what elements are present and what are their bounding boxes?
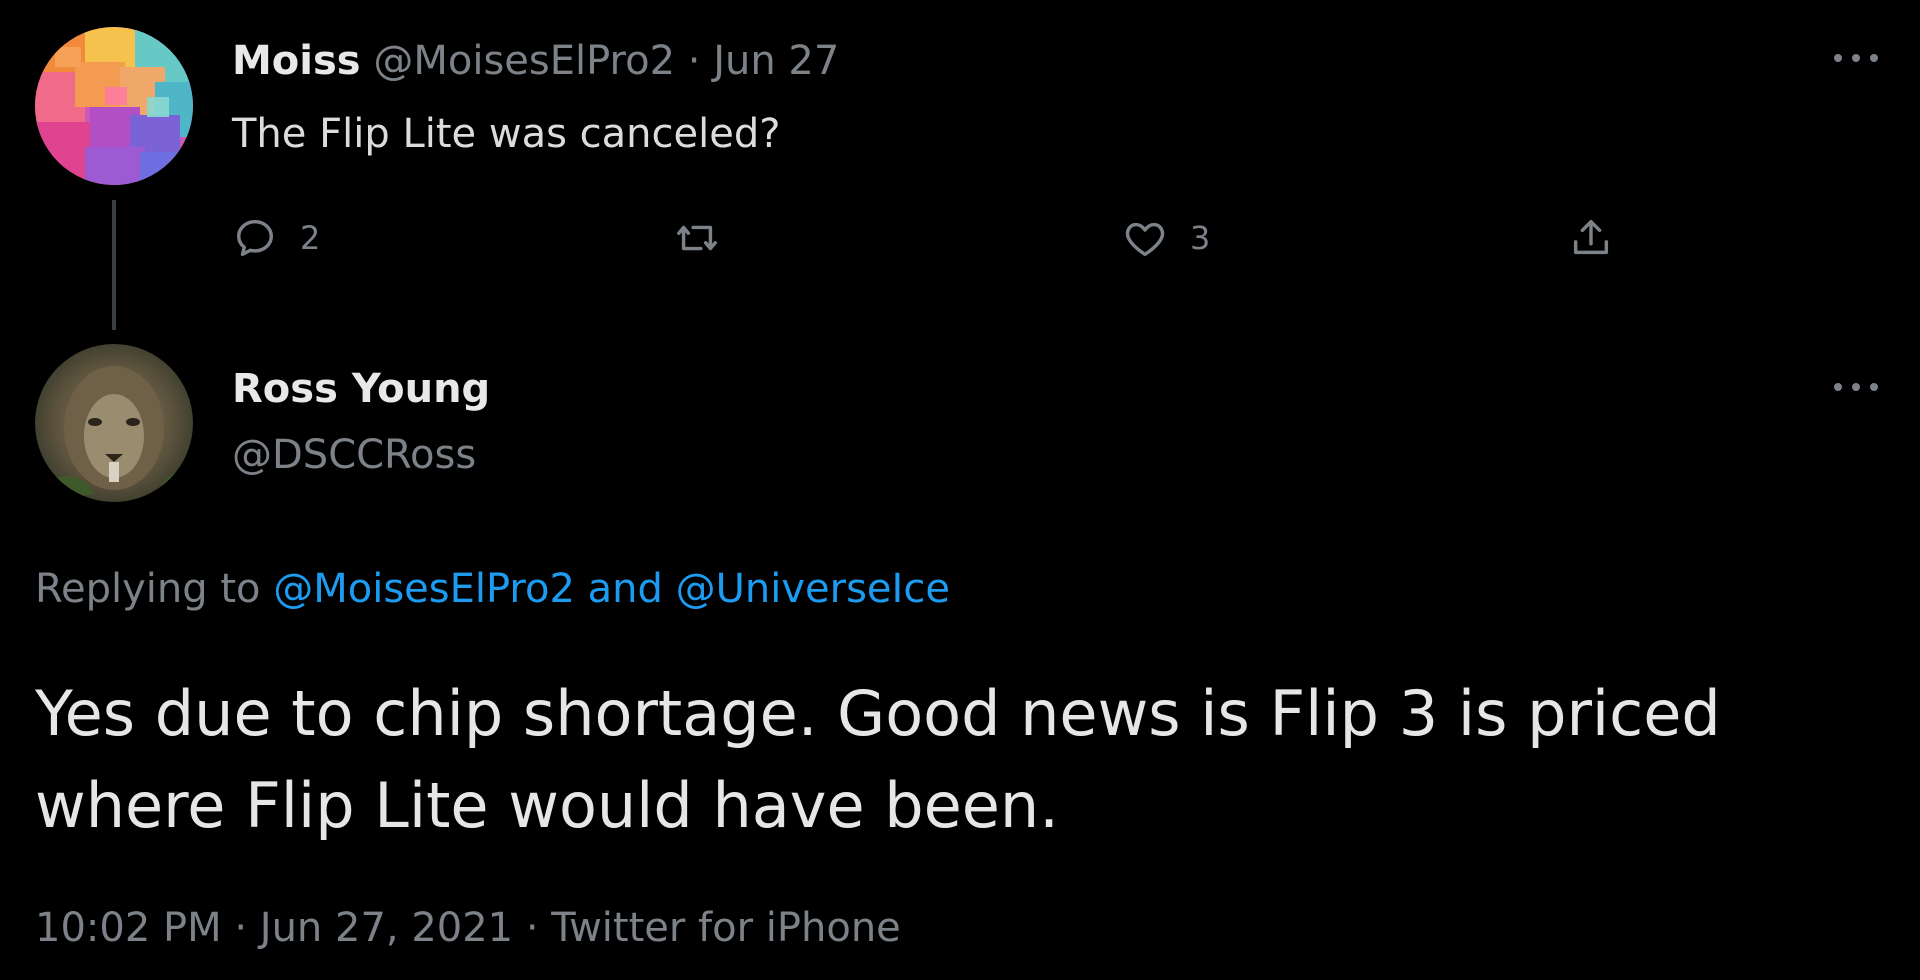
heart-icon <box>1125 222 1165 257</box>
share-button[interactable] <box>1568 210 1614 266</box>
parent-date[interactable]: Jun 27 <box>713 38 839 84</box>
parent-handle[interactable]: @MoisesElPro2 <box>373 38 675 84</box>
replying-to: Replying to @MoisesElPro2 and @UniverseI… <box>35 562 950 616</box>
meta-separator-2: · <box>525 905 539 951</box>
parent-avatar[interactable] <box>35 27 193 185</box>
main-display-name[interactable]: Ross Young <box>232 364 490 414</box>
lion-avatar-icon <box>35 344 193 502</box>
main-tweet-text-line-2: where Flip Lite would have been. <box>35 769 1059 842</box>
meta-separator-1: · <box>234 905 248 951</box>
colorful-blocks-avatar-icon <box>35 27 193 185</box>
tweet-thread: Moiss @MoisesElPro2 · Jun 27 The Flip Li… <box>0 0 1920 980</box>
thread-connector-line <box>112 200 116 330</box>
tweet-time[interactable]: 10:02 PM <box>35 905 222 951</box>
main-tweet-text-line-1: Yes due to chip shortage. Good news is F… <box>35 677 1721 750</box>
parent-tweet-actions: 2 3 <box>232 210 1632 266</box>
main-avatar[interactable] <box>35 344 193 502</box>
parent-tweet-text: The Flip Lite was canceled? <box>232 111 781 157</box>
reply-button[interactable]: 2 <box>232 210 320 266</box>
share-icon <box>1573 219 1609 255</box>
like-count: 3 <box>1190 219 1211 257</box>
replying-user-link-1[interactable]: @MoisesElPro2 <box>273 566 575 612</box>
reply-icon <box>236 219 274 257</box>
main-tweet-text: Yes due to chip shortage. Good news is F… <box>35 668 1885 852</box>
reply-count: 2 <box>300 219 321 257</box>
parent-more-options-icon[interactable] <box>1834 48 1878 68</box>
replying-user-link-2[interactable]: @UniverseIce <box>676 566 950 612</box>
replying-and: and <box>587 566 663 612</box>
tweet-date[interactable]: Jun 27, 2021 <box>260 905 513 951</box>
like-button[interactable]: 3 <box>1122 210 1210 266</box>
parent-display-name[interactable]: Moiss <box>232 38 361 84</box>
parent-separator: · <box>687 38 701 84</box>
tweet-metadata: 10:02 PM · Jun 27, 2021 · Twitter for iP… <box>35 902 901 954</box>
retweet-button[interactable] <box>674 210 720 266</box>
main-handle[interactable]: @DSCCRoss <box>232 430 476 480</box>
replying-prefix: Replying to <box>35 566 261 612</box>
parent-tweet-header: Moiss @MoisesElPro2 · Jun 27 <box>232 36 839 86</box>
main-more-options-icon[interactable] <box>1834 377 1878 397</box>
tweet-source[interactable]: Twitter for iPhone <box>551 905 901 951</box>
retweet-icon <box>677 225 717 251</box>
